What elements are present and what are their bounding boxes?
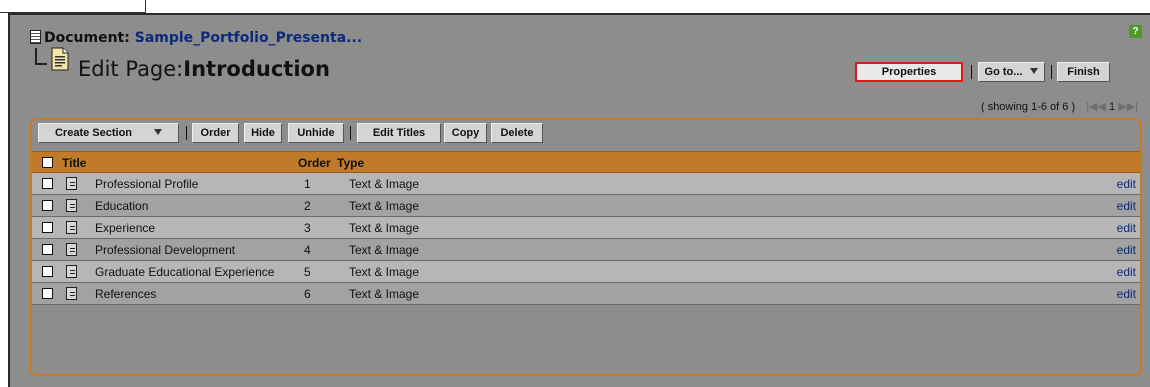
edit-link[interactable]: edit [1117, 177, 1136, 191]
properties-label: Properties [881, 66, 937, 78]
row-title: Professional Profile [95, 177, 199, 191]
delete-label: Delete [500, 127, 534, 139]
section-page-icon [66, 221, 77, 234]
row-checkbox[interactable] [42, 244, 53, 255]
row-type: Text & Image [349, 199, 420, 213]
row-type: Text & Image [349, 287, 420, 301]
row-type: Text & Image [349, 243, 420, 257]
section-page-icon [66, 199, 77, 212]
table-row: Graduate Educational Experience 5 Text &… [32, 261, 1140, 283]
section-page-icon [66, 177, 77, 190]
document-breadcrumb: Document: Sample_Portfolio_Presenta... [30, 30, 362, 46]
table-row: Experience 3 Text & Image edit [32, 217, 1140, 239]
column-type[interactable]: Type [337, 156, 364, 170]
row-order: 2 [304, 199, 311, 213]
row-order: 1 [304, 177, 311, 191]
edit-link[interactable]: edit [1117, 199, 1136, 213]
edit-titles-button[interactable]: Edit Titles [357, 123, 441, 143]
pager-controls: |◀◀ 1 ▶▶| [1086, 101, 1138, 113]
separator [186, 126, 187, 140]
column-order[interactable]: Order [298, 156, 331, 170]
select-all-checkbox[interactable] [42, 157, 53, 168]
next-page-icon[interactable]: ▶▶| [1118, 101, 1138, 113]
page-title: Edit Page:Introduction [78, 57, 330, 81]
finish-button[interactable]: Finish [1057, 62, 1110, 82]
separator [350, 126, 351, 140]
section-page-icon [66, 265, 77, 278]
chevron-down-icon [154, 129, 163, 135]
delete-button[interactable]: Delete [491, 123, 543, 143]
row-title: Education [95, 199, 149, 213]
row-title: Experience [95, 221, 156, 235]
edit-page-label: Edit Page: [78, 57, 184, 81]
row-checkbox[interactable] [42, 288, 53, 299]
document-name-link[interactable]: Sample_Portfolio_Presenta... [135, 30, 362, 46]
separator [971, 65, 972, 79]
table-row: Professional Profile 1 Text & Image edit [32, 173, 1140, 195]
create-section-dropdown[interactable]: Create Section [38, 123, 179, 143]
edit-link[interactable]: edit [1117, 243, 1136, 257]
first-page-icon[interactable]: |◀◀ [1086, 101, 1106, 113]
help-icon[interactable]: ? [1129, 25, 1142, 38]
edit-link[interactable]: edit [1117, 265, 1136, 279]
row-order: 3 [304, 221, 311, 235]
create-section-label: Create Section [54, 127, 133, 139]
section-page-icon [66, 287, 77, 300]
table-row: Professional Development 4 Text & Image … [32, 239, 1140, 261]
page-icon [51, 47, 69, 71]
row-checkbox[interactable] [42, 266, 53, 277]
sections-list: Create Section Order Hide Unhide Edit Ti… [30, 118, 1142, 376]
row-checkbox[interactable] [42, 222, 53, 233]
row-order: 4 [304, 243, 311, 257]
order-button[interactable]: Order [192, 123, 239, 143]
goto-dropdown[interactable]: Go to... [978, 62, 1045, 82]
edit-titles-label: Edit Titles [372, 127, 426, 139]
current-page: 1 [1109, 101, 1116, 113]
row-title: References [95, 287, 157, 301]
table-row: References 6 Text & Image edit [32, 283, 1140, 305]
window-corner-tab [0, 0, 146, 13]
row-order: 5 [304, 265, 311, 279]
table-row: Education 2 Text & Image edit [32, 195, 1140, 217]
showing-count: ( showing 1-6 of 6 ) [980, 101, 1076, 113]
order-label: Order [200, 127, 231, 139]
row-order: 6 [304, 287, 311, 301]
hide-label: Hide [251, 127, 275, 139]
sections-toolbar: Create Section Order Hide Unhide Edit Ti… [32, 120, 1140, 146]
goto-label: Go to... [984, 66, 1023, 78]
row-title: Professional Development [95, 243, 236, 257]
unhide-button[interactable]: Unhide [288, 123, 344, 143]
document-icon [30, 30, 41, 44]
unhide-label: Unhide [297, 127, 335, 139]
document-label: Document: [44, 30, 130, 46]
copy-label: Copy [451, 127, 480, 139]
properties-button[interactable]: Properties [855, 62, 963, 82]
edit-link[interactable]: edit [1117, 287, 1136, 301]
row-type: Text & Image [349, 221, 420, 235]
page-name: Introduction [183, 57, 330, 81]
separator [1051, 65, 1052, 79]
row-title: Graduate Educational Experience [95, 265, 275, 279]
edit-page-panel: ? Document: Sample_Portfolio_Presenta...… [8, 13, 1150, 387]
copy-button[interactable]: Copy [444, 123, 487, 143]
row-type: Text & Image [349, 177, 420, 191]
hide-button[interactable]: Hide [244, 123, 282, 143]
section-page-icon [66, 243, 77, 256]
table-header: Title Order Type [32, 151, 1140, 173]
chevron-down-icon [1030, 68, 1039, 74]
edit-link[interactable]: edit [1117, 221, 1136, 235]
row-checkbox[interactable] [42, 178, 53, 189]
row-type: Text & Image [349, 265, 420, 279]
tree-connector [35, 48, 47, 65]
finish-label: Finish [1067, 66, 1100, 78]
column-title[interactable]: Title [62, 156, 86, 170]
pagination: ( showing 1-6 of 6 ) |◀◀ 1 ▶▶| [981, 100, 1138, 113]
row-checkbox[interactable] [42, 200, 53, 211]
